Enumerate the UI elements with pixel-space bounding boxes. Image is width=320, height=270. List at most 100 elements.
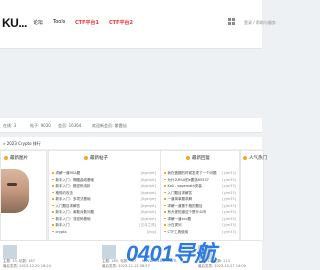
site-logo[interactable]: KU... xyxy=(2,16,27,30)
list-item[interactable]: 新手入门：流密码基础 [tigerjet] xyxy=(52,217,156,222)
list-item[interactable]: 我在做题的时候发现了一个问题 [yjm33] xyxy=(164,171,236,176)
list-item-author[interactable]: [tigerjet] xyxy=(141,184,156,189)
login-link[interactable]: 登录 / 帮助与服务 xyxy=(244,20,276,26)
list-item-author[interactable]: [yjm33] xyxy=(222,230,236,235)
list-item-author[interactable]: [yjm33] xyxy=(222,178,236,183)
nav-forum[interactable]: 论坛 xyxy=(33,19,43,26)
replies-icon xyxy=(186,155,190,160)
latest-images-panel: 最新图片 xyxy=(0,150,47,242)
forum-thumb[interactable] xyxy=(102,245,116,259)
panel-title: 最新回复 xyxy=(192,156,210,161)
list-item-author[interactable]: [yjm33] xyxy=(222,223,236,228)
ranking-title: » 2023 Crypto 排行 xyxy=(3,141,41,146)
bullet-icon xyxy=(52,230,54,233)
list-item-title[interactable]: 我在做题的时候发现了一个问题 xyxy=(168,171,217,175)
list-item-title[interactable]: 新手入门 xyxy=(56,223,70,227)
list-item-author[interactable]: [yjm33] xyxy=(222,197,236,202)
list-item-title[interactable]: 为什么RSA的e要选65537 xyxy=(168,178,209,182)
list-item-author[interactable]: [yjm33] xyxy=(222,204,236,209)
list-item[interactable]: 新手入门：格密码浅析 [tigerjet] xyxy=(52,184,156,189)
list-item-author[interactable]: [tigerjet] xyxy=(141,217,156,222)
latest-replies-panel: 最新回复 我在做题的时候发现了一个问题 [yjm33] 为什么RSA的e要选6553… xyxy=(160,150,240,242)
list-item-author[interactable]: [yjm33] xyxy=(222,184,236,189)
bullet-icon xyxy=(52,198,54,200)
nav-ctf-2[interactable]: CTF平台2 xyxy=(109,19,133,26)
list-item-author[interactable]: [yjm33] xyxy=(222,217,236,222)
list-item-title[interactable]: 格规约攻击 xyxy=(56,191,74,195)
list-item-title[interactable]: 新手入门：多项式基础 xyxy=(56,197,91,201)
list-item[interactable]: 入门题目求解答 [yjm33] xyxy=(164,191,236,196)
list-item-author[interactable]: [yjm33] xyxy=(222,210,236,215)
list-item-title[interactable]: 求解一道基于格的题目 xyxy=(168,204,203,208)
list-item-title[interactable]: 新手入门：格密码浅析 xyxy=(56,184,91,188)
list-item-author[interactable]: [yjm33] xyxy=(222,191,236,196)
list-item[interactable]: 新手入门：离散对数问题 [tigerjet] xyxy=(52,210,156,215)
hot-icon xyxy=(243,155,247,160)
list-item[interactable]: 求解一道RSA题 [tigerjet] xyxy=(52,171,156,176)
list-item-title[interactable]: 入门题目求解答 xyxy=(56,204,81,208)
bullet-icon xyxy=(164,185,166,187)
list-item-title[interactable]: CTF工具使用 xyxy=(168,230,189,234)
bullet-icon xyxy=(52,224,54,226)
list-item[interactable]: CTF工具使用 [yjm33] xyxy=(164,230,236,235)
image-icon xyxy=(4,155,8,160)
list-item[interactable]: 新手入门：椭圆曲线基础 [tigerjet] xyxy=(52,178,156,183)
forum-stats: 主题: 33, 帖数: 167 最后发表: 2023-12-20 18:24 xyxy=(3,259,51,268)
bullet-icon xyxy=(164,217,166,220)
list-item[interactable]: 格规约攻击 [tigerjet] xyxy=(52,191,156,196)
list-item-author[interactable]: [tigerjet] xyxy=(141,204,156,209)
posts-count: 帖子: 9030 xyxy=(30,123,51,128)
apps-grid-icon[interactable] xyxy=(228,18,235,25)
list-item-title[interactable]: 新手入门：流密码基础 xyxy=(56,217,91,221)
latest-posts-panel: 最新帖子 求解一道RSA题 [tigerjet] 新手入门：椭圆曲线基础 [tiger… xyxy=(48,150,161,242)
bullet-icon xyxy=(164,211,166,213)
bullet-icon xyxy=(52,185,54,187)
bullet-icon xyxy=(164,178,166,181)
list-item[interactable]: 为什么RSA的e要选65537 [yjm33] xyxy=(164,178,236,183)
list-item[interactable]: 新手入门：多项式基础 [tigerjet] xyxy=(52,197,156,202)
list-item-title[interactable]: 一道简单题求解 xyxy=(168,197,193,201)
bullet-icon xyxy=(164,198,166,200)
bullet-icon xyxy=(52,172,54,174)
list-item[interactable]: 求解一道ecc题 [yjm33] xyxy=(164,217,236,222)
list-item-author[interactable]: [yjm33] xyxy=(222,171,236,176)
nav-ctf-1[interactable]: CTF平台1 xyxy=(75,19,99,26)
watermark-url: www.0401.com xyxy=(142,259,177,264)
list-item[interactable]: 新手入门 [五月之风] xyxy=(52,223,156,228)
featured-image[interactable] xyxy=(1,169,29,213)
list-item[interactable]: Kali - sagemath安装 [yjm33] xyxy=(164,184,236,189)
list-item-title[interactable]: 求解一道RSA题 xyxy=(56,171,81,175)
list-item[interactable]: 求解一道基于格的题目 [yjm33] xyxy=(164,204,236,209)
posts-icon xyxy=(84,155,88,160)
list-item-author[interactable]: [tigerjet] xyxy=(141,197,156,202)
list-item[interactable]: crypto [jing] xyxy=(52,230,156,235)
list-item-title[interactable]: 有大佬知道这个是什么吗 xyxy=(168,210,207,214)
list-item-author[interactable]: [tigerjet] xyxy=(141,178,156,183)
list-item-author[interactable]: [tigerjet] xyxy=(141,210,156,215)
list-item-title[interactable]: Kali - sagemath安装 xyxy=(168,184,202,188)
nav-tools[interactable]: Tools xyxy=(53,19,65,25)
list-item-author[interactable]: [tigerjet] xyxy=(141,171,156,176)
list-item-title[interactable]: 新手入门：椭圆曲线基础 xyxy=(56,178,95,182)
list-item-author[interactable]: [五月之风] xyxy=(139,223,156,228)
forum-thumb[interactable] xyxy=(3,245,17,259)
list-item-author[interactable]: [jing] xyxy=(147,230,156,235)
list-item[interactable]: 小白提问 [yjm33] xyxy=(164,223,236,228)
list-item[interactable]: 有大佬知道这个是什么吗 [yjm33] xyxy=(164,210,236,215)
list-item[interactable]: 一道简单题求解 [yjm33] xyxy=(164,197,236,202)
newest-member[interactable]: 欢迎新会员: 紫霞仙 xyxy=(92,123,127,129)
list-item-title[interactable]: 求解一道ecc题 xyxy=(168,217,192,221)
panel-title: 最新帖子 xyxy=(90,156,108,161)
online-count: 在线: 3 xyxy=(3,123,17,128)
list-item-title[interactable]: 新手入门：离散对数问题 xyxy=(56,210,95,214)
bullet-icon xyxy=(52,204,54,207)
list-item-title[interactable]: 小白提问 xyxy=(168,223,182,227)
bullet-icon xyxy=(52,178,54,181)
panel-title: 人气热门 xyxy=(249,156,267,161)
bullet-icon xyxy=(164,172,166,174)
list-item-author[interactable]: [tigerjet] xyxy=(141,191,156,196)
bullet-icon xyxy=(164,191,166,194)
list-item-title[interactable]: crypto xyxy=(56,230,67,234)
list-item-title[interactable]: 入门题目求解答 xyxy=(168,191,193,195)
list-item[interactable]: 入门题目求解答 [tigerjet] xyxy=(52,204,156,209)
